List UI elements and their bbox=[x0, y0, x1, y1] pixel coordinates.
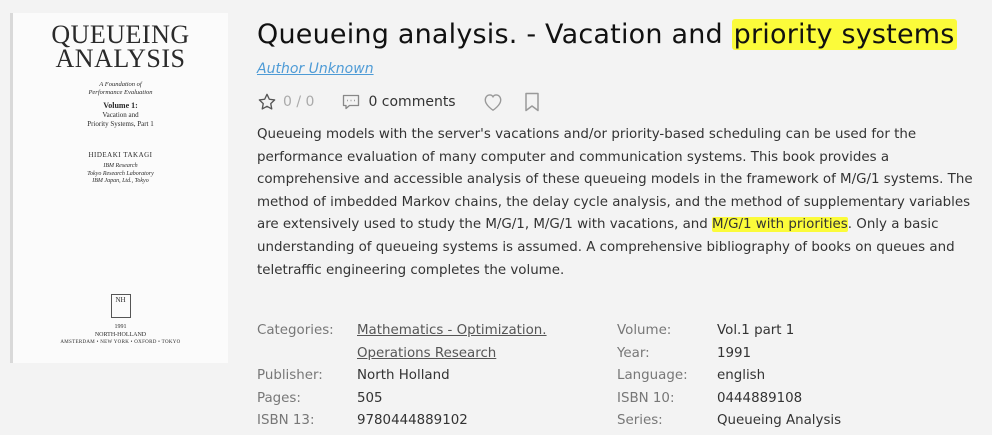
isbn13-value: 9780444889102 bbox=[357, 413, 468, 428]
book-meta-right: Volume: Vol.1 part 1 Year: 1991 Language… bbox=[617, 320, 841, 433]
cover-affiliation: IBM Research Tokyo Research Laboratory I… bbox=[87, 163, 154, 184]
description-highlight: M/G/1 with priorities bbox=[712, 217, 848, 233]
series-value: Queueing Analysis bbox=[717, 413, 842, 428]
book-title-highlight: priority systems bbox=[731, 19, 957, 50]
book-meta-left: Categories: Mathematics - Optimization. … bbox=[257, 320, 547, 433]
book-title: Queueing analysis. - Vacation and priori… bbox=[257, 15, 957, 55]
cover-title: QUEUEING ANALYSIS bbox=[51, 20, 190, 73]
language-value: english bbox=[717, 368, 766, 383]
cover-year: 1991 bbox=[114, 323, 127, 330]
book-title-text: Queueing analysis. - Vacation and bbox=[257, 19, 732, 50]
meta-categories: Categories: Mathematics - Optimization. … bbox=[257, 320, 547, 365]
comments-link[interactable]: 0 comments bbox=[342, 94, 456, 110]
volume-value: Vol.1 part 1 bbox=[717, 323, 795, 338]
cover-publisher: NORTH-HOLLAND bbox=[94, 331, 147, 338]
cover-volume: Volume 1: bbox=[103, 101, 138, 110]
meta-series: Series: Queueing Analysis bbox=[617, 410, 841, 433]
year-value: 1991 bbox=[717, 345, 752, 361]
cover-subtitle: A Foundation of Performance Evaluation bbox=[88, 81, 153, 96]
comments-count: 0 comments bbox=[368, 94, 456, 110]
meta-publisher: Publisher: North Holland bbox=[257, 365, 547, 388]
meta-year: Year: 1991 bbox=[617, 343, 841, 366]
comment-icon bbox=[342, 94, 360, 110]
category-link-optimization[interactable]: Mathematics - Optimization. bbox=[357, 320, 547, 343]
isbn10-value: 0444889108 bbox=[717, 390, 803, 406]
book-actions: 0 / 0 0 comments bbox=[257, 91, 540, 113]
book-description: Queueing models with the server's vacati… bbox=[257, 127, 973, 278]
meta-pages: Pages: 505 bbox=[257, 388, 547, 411]
meta-language: Language: english bbox=[617, 365, 841, 388]
pages-value: 505 bbox=[357, 390, 383, 406]
book-cover-image[interactable]: QUEUEING ANALYSIS A Foundation of Perfor… bbox=[10, 13, 228, 363]
publisher-value: North Holland bbox=[357, 368, 450, 383]
cover-volume-title: Vacation and Priority Systems, Part 1 bbox=[87, 111, 154, 128]
categories-values: Mathematics - Optimization. Operations R… bbox=[357, 320, 547, 365]
meta-isbn13: ISBN 13: 9780444889102 bbox=[257, 410, 547, 433]
cover-cities: AMSTERDAM • NEW YORK • OXFORD • TOKYO bbox=[60, 339, 181, 345]
meta-isbn10: ISBN 10: 0444889108 bbox=[617, 388, 841, 411]
author-link[interactable]: Author Unknown bbox=[257, 61, 374, 77]
category-link-operations-research[interactable]: Operations Research bbox=[357, 343, 547, 366]
heart-icon[interactable] bbox=[482, 92, 504, 112]
categories-label: Categories: bbox=[257, 323, 334, 338]
meta-volume: Volume: Vol.1 part 1 bbox=[617, 320, 841, 343]
bookmark-icon[interactable] bbox=[524, 92, 540, 112]
rating-value: 0 / 0 bbox=[283, 94, 315, 110]
publisher-logo: NH bbox=[110, 293, 131, 318]
star-icon[interactable] bbox=[257, 92, 277, 112]
cover-author: HIDEAKI TAKAGI bbox=[88, 151, 153, 159]
